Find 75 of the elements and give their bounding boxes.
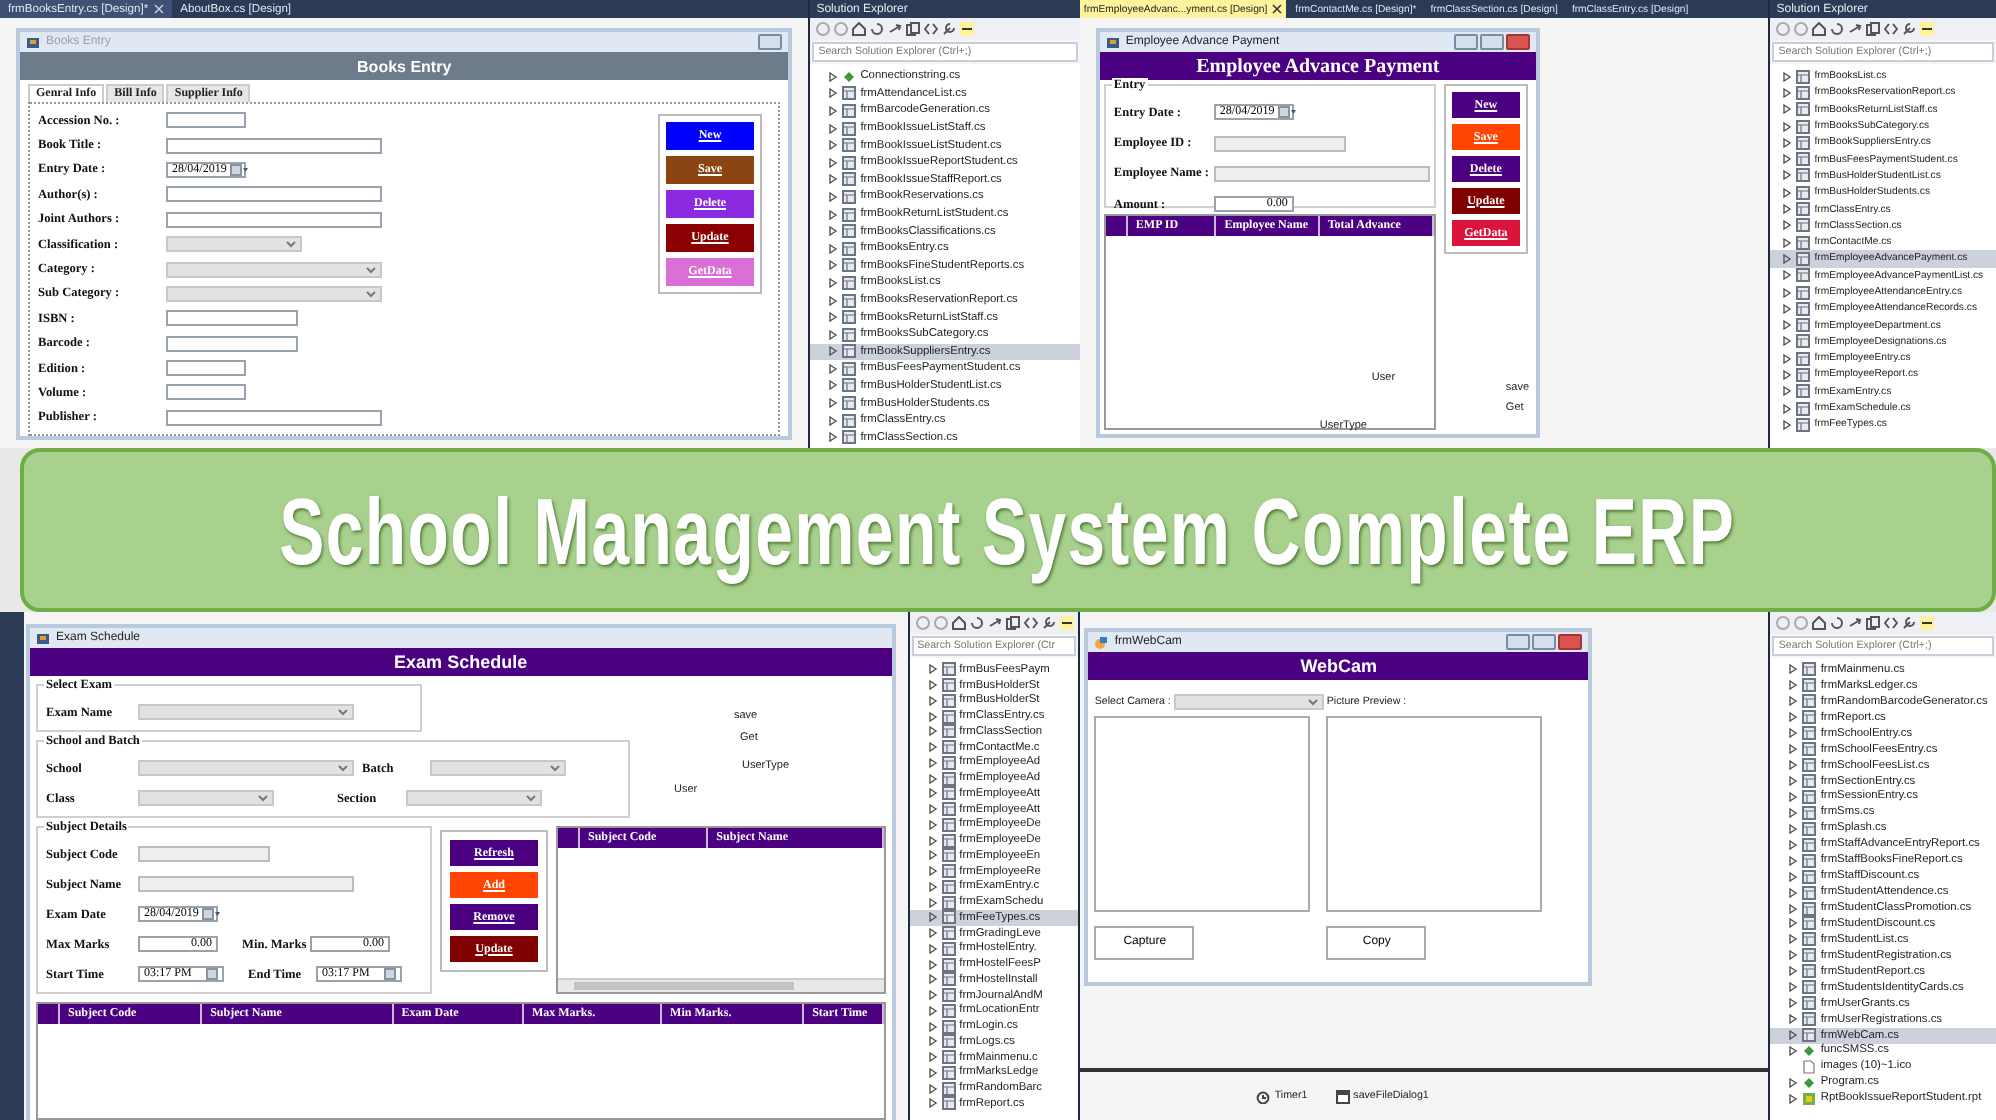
input-field[interactable]	[166, 409, 382, 426]
calendar-icon	[1278, 106, 1297, 119]
restore-button[interactable]	[758, 34, 783, 50]
wrench-icon[interactable]	[1902, 616, 1917, 630]
files-icon[interactable]	[1866, 22, 1881, 36]
caret-icon	[550, 764, 560, 772]
banner-title: School Management System Complete ERP	[279, 475, 1737, 585]
file-icon	[1802, 1059, 1817, 1074]
pin-icon[interactable]	[1920, 22, 1935, 36]
sync-icon[interactable]	[1848, 22, 1863, 36]
wrench-icon[interactable]	[1041, 616, 1056, 630]
calendar-icon	[230, 163, 249, 176]
caret-icon	[525, 794, 535, 802]
app-icon	[1094, 635, 1109, 649]
input-field[interactable]	[166, 137, 382, 154]
pin-icon[interactable]	[960, 22, 975, 36]
pin-icon[interactable]	[1059, 616, 1074, 630]
sync-icon[interactable]	[987, 616, 1002, 630]
pin-icon[interactable]	[1920, 616, 1935, 630]
close-icon[interactable]	[1271, 4, 1282, 14]
caret-icon	[366, 289, 376, 298]
caret-icon	[338, 764, 348, 772]
input-field[interactable]	[166, 211, 382, 228]
timer-icon	[1256, 1089, 1271, 1103]
calendar-icon	[202, 908, 221, 920]
code-icon[interactable]	[1884, 22, 1899, 36]
code-file-icon	[1802, 1075, 1817, 1090]
form-header: WebCam	[1088, 652, 1589, 680]
input-field[interactable]	[166, 360, 246, 377]
home-icon[interactable]	[1812, 616, 1827, 630]
close-button[interactable]	[1505, 34, 1530, 50]
scrollbar[interactable]	[558, 978, 884, 992]
home-icon[interactable]	[951, 616, 966, 630]
form-header: Exam Schedule	[30, 648, 892, 676]
refresh-icon[interactable]	[870, 22, 885, 36]
form-header: Books Entry	[20, 52, 789, 80]
caret-icon	[366, 265, 376, 274]
files-icon[interactable]	[1005, 616, 1020, 630]
code-icon[interactable]	[924, 22, 939, 36]
app-icon	[26, 35, 40, 49]
caret-icon	[1308, 697, 1319, 705]
refresh-icon[interactable]	[969, 616, 984, 630]
calendar-icon	[206, 968, 218, 980]
close-button[interactable]	[1558, 634, 1583, 650]
home-icon[interactable]	[852, 22, 867, 36]
minimize-button[interactable]	[1506, 634, 1531, 650]
sync-icon[interactable]	[1848, 616, 1863, 630]
report-icon	[1802, 1091, 1817, 1106]
maximize-button[interactable]	[1532, 634, 1557, 650]
dialog-icon	[1335, 1089, 1350, 1103]
input-field[interactable]	[166, 112, 246, 129]
refresh-icon[interactable]	[1830, 22, 1845, 36]
caret-icon	[338, 708, 348, 716]
input-field[interactable]	[166, 384, 246, 401]
maximize-button[interactable]	[1479, 34, 1504, 50]
refresh-icon[interactable]	[1830, 616, 1845, 630]
home-icon[interactable]	[1812, 22, 1827, 36]
files-icon[interactable]	[1866, 616, 1881, 630]
wrench-icon[interactable]	[1902, 22, 1917, 36]
sync-icon[interactable]	[888, 22, 903, 36]
input-field[interactable]	[166, 186, 382, 203]
form-header: Employee Advance Payment	[1099, 52, 1536, 80]
caret-icon	[286, 240, 296, 249]
caret-icon	[258, 794, 268, 802]
code-icon[interactable]	[1023, 616, 1038, 630]
input-field[interactable]	[166, 310, 298, 327]
code-icon[interactable]	[1884, 616, 1899, 630]
code-file-icon	[842, 69, 857, 84]
app-icon	[36, 631, 50, 645]
calendar-icon	[384, 968, 396, 980]
app-icon	[1105, 35, 1120, 49]
wrench-icon[interactable]	[942, 22, 957, 36]
files-icon[interactable]	[906, 22, 921, 36]
input-field[interactable]	[166, 335, 298, 352]
minimize-button[interactable]	[1453, 34, 1478, 50]
